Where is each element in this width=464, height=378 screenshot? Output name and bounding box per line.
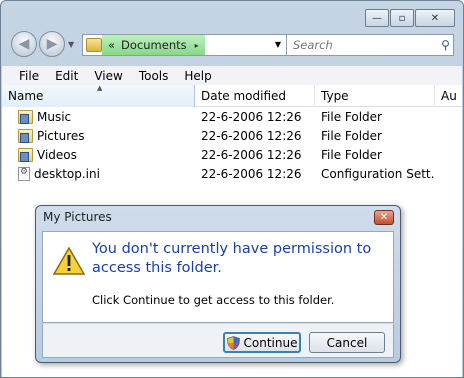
item-type: File Folder	[321, 147, 382, 162]
menu-file[interactable]: File	[11, 69, 47, 83]
list-item-name: Pictures	[2, 128, 195, 143]
folder-icon	[86, 38, 102, 52]
column-type-label: Type	[321, 89, 349, 103]
breadcrumb-arrow-icon[interactable]: ▸	[195, 41, 199, 50]
back-arrow-icon: ◀	[18, 36, 30, 52]
item-date: 22-6-2006 12:26	[201, 128, 302, 143]
list-item-name: Music	[2, 109, 195, 124]
forward-button[interactable]: ▶	[39, 31, 65, 57]
column-authors[interactable]: Au	[435, 85, 462, 107]
column-type[interactable]: Type	[315, 85, 435, 107]
warning-icon	[53, 247, 85, 275]
column-name[interactable]: ▲ Name	[2, 84, 195, 107]
close-button[interactable]: ✕	[415, 9, 455, 27]
item-name: desktop.ini	[34, 166, 100, 181]
breadcrumb-documents[interactable]: Documents	[121, 38, 187, 52]
cancel-label: Cancel	[326, 335, 368, 350]
item-type: File Folder	[321, 109, 382, 124]
dialog-body: You don't currently have permission to a…	[42, 231, 394, 323]
address-bar[interactable]: « Documents ▸ ▼	[82, 34, 288, 56]
column-date-modified[interactable]: Date modified	[195, 85, 315, 107]
item-name: Videos	[37, 147, 77, 162]
list-item-name: desktop.ini	[2, 166, 195, 181]
settings-file-icon	[18, 166, 30, 181]
uac-shield-icon	[226, 335, 240, 350]
item-name: Music	[37, 109, 72, 124]
menu-view[interactable]: View	[86, 69, 130, 83]
cancel-button[interactable]: Cancel	[309, 332, 385, 353]
continue-button[interactable]: Continue	[223, 332, 301, 353]
caption-buttons: — ▫ ✕	[365, 9, 455, 27]
folder-icon	[18, 109, 33, 124]
dialog-close-button[interactable]: ✕	[374, 210, 394, 225]
menu-tools[interactable]: Tools	[131, 69, 177, 83]
recent-pages-dropdown-icon[interactable]: ▼	[68, 40, 74, 49]
search-box[interactable]: ⚲	[286, 34, 454, 56]
breadcrumb[interactable]: « Documents ▸	[102, 35, 205, 55]
minimize-button[interactable]: —	[365, 9, 389, 27]
maximize-button[interactable]: ▫	[390, 9, 414, 27]
column-header: ▲ Name Date modified Type Au	[2, 84, 462, 107]
dialog-message: Click Continue to get access to this fol…	[92, 293, 335, 307]
column-authors-label: Au	[441, 89, 457, 103]
forward-arrow-icon: ▶	[46, 36, 58, 52]
column-name-label: Name	[8, 89, 44, 103]
list-item[interactable]: Music 22-6-2006 12:26 File Folder	[2, 107, 462, 126]
list-item[interactable]: Videos 22-6-2006 12:26 File Folder	[2, 145, 462, 164]
breadcrumb-chevrons[interactable]: «	[108, 38, 115, 52]
search-icon[interactable]: ⚲	[438, 38, 453, 52]
dialog-footer: Continue Cancel	[42, 323, 394, 358]
menu-edit[interactable]: Edit	[47, 69, 86, 83]
item-date: 22-6-2006 12:26	[201, 147, 302, 162]
address-dropdown-icon[interactable]: ▼	[275, 40, 281, 49]
continue-label: Continue	[243, 335, 298, 350]
item-name: Pictures	[37, 128, 85, 143]
list-item-name: Videos	[2, 147, 195, 162]
menu-bar: File Edit View Tools Help	[2, 65, 462, 85]
search-input[interactable]	[287, 35, 438, 55]
item-type: File Folder	[321, 128, 382, 143]
dialog-title: My Pictures	[43, 210, 112, 224]
item-date: 22-6-2006 12:26	[201, 166, 302, 181]
folder-icon	[18, 128, 33, 143]
list-item[interactable]: desktop.ini 22-6-2006 12:26 Configuratio…	[2, 164, 462, 183]
navigation-bar: ◀ ▶ ▼ « Documents ▸ ▼ ✕ ⚲	[9, 31, 455, 59]
list-item[interactable]: Pictures 22-6-2006 12:26 File Folder	[2, 126, 462, 145]
item-type: Configuration Sett...	[321, 166, 435, 181]
menu-help[interactable]: Help	[176, 69, 219, 83]
dialog-heading: You don't currently have permission to a…	[92, 241, 372, 276]
column-date-label: Date modified	[201, 89, 287, 103]
back-button[interactable]: ◀	[11, 31, 37, 57]
explorer-window: — ▫ ✕ ◀ ▶ ▼ « Documents ▸ ▼ ✕ ⚲ File Edi…	[0, 0, 464, 378]
folder-icon	[18, 147, 33, 162]
item-date: 22-6-2006 12:26	[201, 109, 302, 124]
permission-dialog: My Pictures ✕ You don't currently have p…	[35, 205, 401, 363]
sort-ascending-icon: ▲	[97, 84, 103, 92]
